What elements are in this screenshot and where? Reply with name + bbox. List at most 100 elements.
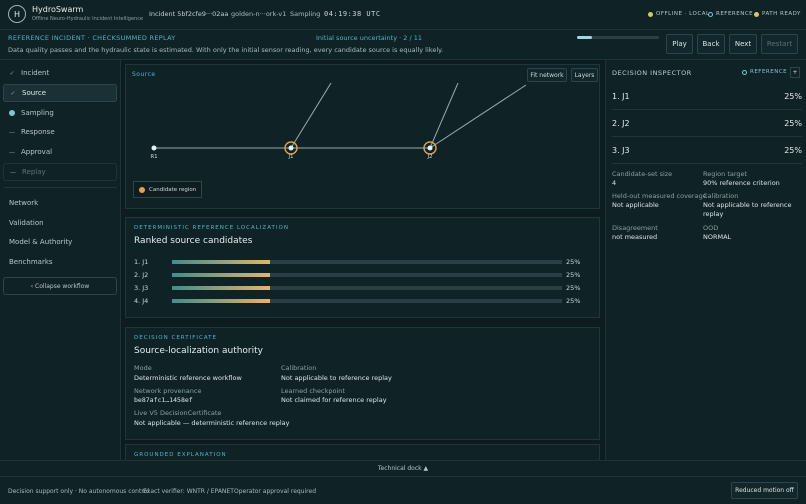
step-response[interactable]: — Response [3, 123, 117, 141]
inspector-candidate-row[interactable]: 1. J1 25% [612, 83, 802, 110]
step-replay[interactable]: — Replay [3, 163, 117, 181]
collapse-workflow-button[interactable]: ‹ Collapse workflow [3, 277, 117, 295]
play-button[interactable]: Play [666, 34, 693, 54]
ranking-tag: DETERMINISTIC REFERENCE LOCALIZATION [134, 225, 289, 231]
app-name: HydroSwarm [32, 5, 84, 14]
ranking-title: Ranked source candidates [134, 236, 253, 246]
disagreement-value: not measured [612, 233, 658, 241]
decision-inspector: DECISION INSPECTOR REFERENCE + 1. J1 25%… [605, 60, 806, 460]
status-offline-label: OFFLINE · LOCAL [656, 11, 710, 17]
rank-fill [172, 286, 270, 290]
calibration-value: Not applicable to reference replay [703, 201, 792, 218]
candidate-pct: 25% [784, 119, 802, 128]
step-label: Response [21, 128, 55, 136]
network-branch: golden-n···ork-v1 [231, 10, 287, 18]
status-path-ready: PATH READY [754, 11, 801, 17]
mode-value: Deterministic reference workflow [134, 374, 242, 382]
rank-track [172, 286, 562, 290]
restart-button[interactable]: Restart [761, 34, 798, 54]
reference-label: REFERENCE [750, 69, 788, 75]
set-size-value: 4 [612, 179, 617, 187]
inspector-title: DECISION INSPECTOR [612, 69, 692, 77]
ood-key: OOD [703, 224, 719, 232]
inspector-reference-badge: REFERENCE [742, 69, 787, 75]
fit-network-button[interactable]: Fit network [527, 68, 567, 82]
footer-bar: Decision support only · No autonomous co… [0, 477, 806, 504]
heldout-value: Not applicable [612, 201, 659, 209]
rank-track [172, 260, 562, 264]
junction-node-j1[interactable] [288, 145, 294, 151]
inspector-candidate-row[interactable]: 2. J2 25% [612, 110, 802, 137]
incident-id: Incident 5bf2cfe9···02aa [149, 10, 229, 18]
rank-row: 3. J3 25% [134, 284, 584, 292]
inspector-candidate-row[interactable]: 3. J3 25% [612, 137, 802, 164]
sidebar-divider [4, 187, 117, 188]
candidate-region-legend: Candidate region [133, 181, 203, 198]
status-dot-icon [754, 11, 759, 17]
technical-dock-toggle[interactable]: Technical dock ▲ [0, 460, 806, 477]
verifier-notice: Exact verifier: WNTR / EPANET [143, 488, 234, 495]
rank-pct: 25% [566, 258, 581, 266]
reservoir-node-r1[interactable] [151, 145, 157, 151]
reduced-motion-toggle[interactable]: Reduced motion off [731, 482, 798, 499]
step-source[interactable]: ✓ Source [3, 84, 117, 102]
region-target-key: Region target [703, 170, 748, 178]
candidate-name: 2. J2 [612, 119, 630, 128]
ranking-card: DETERMINISTIC REFERENCE LOCALIZATION Ran… [125, 217, 600, 318]
current-step-icon [9, 110, 15, 116]
nav-network[interactable]: Network [9, 199, 38, 207]
rank-row: 2. J2 25% [134, 271, 584, 279]
step-label: Approval [21, 148, 53, 156]
status-path-label: PATH READY [762, 11, 801, 17]
candidate-pct: 25% [784, 92, 802, 101]
nav-validation[interactable]: Validation [9, 219, 44, 227]
node-label-j2: J2 [426, 154, 432, 160]
candidate-name: 3. J3 [612, 146, 630, 155]
rank-pct: 25% [566, 284, 581, 292]
provenance-value: be87afc1…1458ef [134, 396, 193, 404]
next-button[interactable]: Next [729, 34, 757, 54]
status-offline: OFFLINE · LOCAL [648, 11, 710, 17]
step-approval[interactable]: — Approval [3, 143, 117, 161]
back-button[interactable]: Back [697, 34, 725, 54]
check-icon: ✓ [10, 89, 16, 97]
rank-row: 1. J1 25% [134, 258, 584, 266]
step-description: Data quality passes and the hydraulic st… [8, 46, 444, 54]
set-size-key: Candidate-set size [612, 170, 673, 178]
status-dot-icon [648, 11, 653, 17]
step-incident[interactable]: ✓ Incident [3, 64, 117, 82]
pipe [429, 84, 527, 149]
source-panel-label: Source [132, 71, 156, 78]
expand-inspector-button[interactable]: + [790, 67, 800, 78]
rank-label: 1. J1 [134, 258, 149, 266]
nav-model-authority[interactable]: Model & Authority [9, 238, 72, 246]
rank-label: 3. J3 [134, 284, 149, 292]
step-label: Sampling [21, 109, 54, 117]
node-label-r1: R1 [150, 154, 157, 160]
status-reference: REFERENCE [708, 11, 753, 17]
checkpoint-value: Not claimed for reference replay [281, 396, 387, 404]
rank-fill [172, 273, 270, 277]
calibration-value: Not applicable to reference replay [281, 374, 392, 382]
live-certificate-key: Live V5 DecisionCertificate [134, 409, 222, 417]
status-dot-icon [708, 11, 713, 17]
source-map-panel: Source Fit network Layers R1 J1 J2 Candi… [125, 64, 600, 209]
workflow-sidebar: ✓ Incident ✓ Source Sampling — Response … [0, 60, 121, 460]
layers-button[interactable]: Layers [571, 68, 598, 82]
replay-progress-fill [577, 36, 592, 39]
disagreement-key: Disagreement [612, 224, 658, 232]
junction-node-j2[interactable] [427, 145, 433, 151]
calibration-key: Calibration [703, 192, 739, 200]
rank-fill [172, 299, 270, 303]
candidate-name: 1. J1 [612, 92, 630, 101]
node-label-j1: J1 [287, 154, 293, 160]
nav-benchmarks[interactable]: Benchmarks [9, 258, 53, 266]
reference-tag: REFERENCE INCIDENT · CHECKSUMMED REPLAY [8, 34, 176, 42]
status-reference-label: REFERENCE [716, 11, 754, 17]
rank-track [172, 273, 562, 277]
replay-progress-bar [577, 36, 659, 39]
step-sampling[interactable]: Sampling [3, 104, 117, 122]
pending-icon: — [10, 168, 16, 176]
mode-key: Mode [134, 364, 152, 372]
uncertainty-readout: Initial source uncertainty · 2 / 11 [316, 34, 422, 42]
